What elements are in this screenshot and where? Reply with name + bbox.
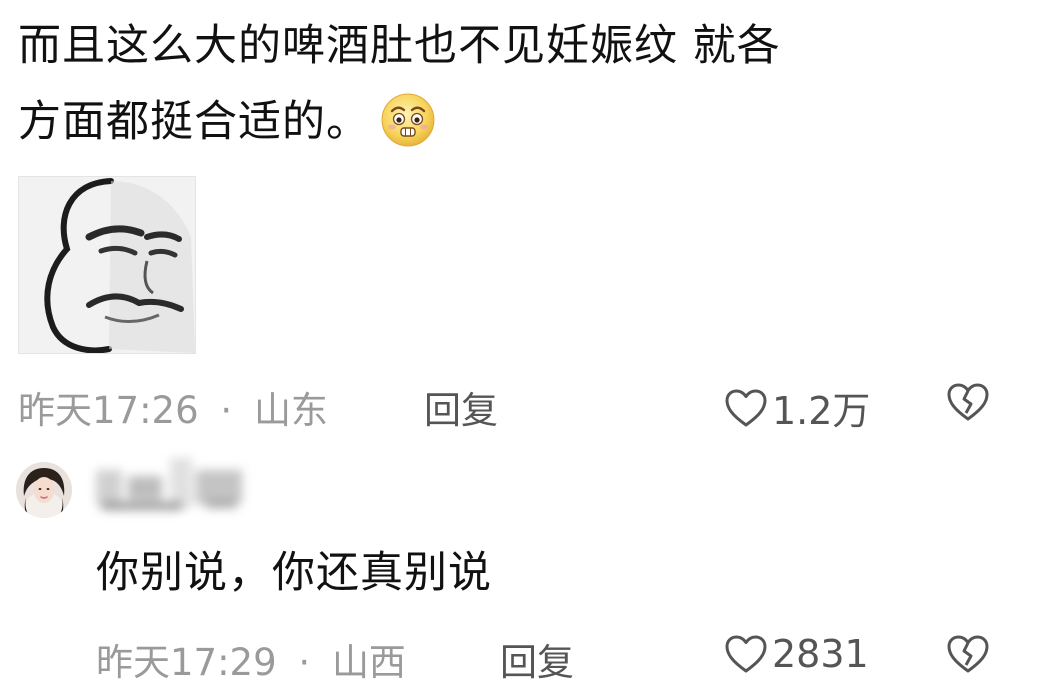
broken-heart-icon[interactable] — [946, 634, 990, 674]
reply-button[interactable]: 回复 — [500, 632, 574, 686]
comment-body: 而且这么大的啤酒肚也不见妊娠纹 就各 方面都挺合适的。 — [18, 8, 978, 160]
comment-line-2: 方面都挺合适的。 — [18, 97, 370, 147]
like-button[interactable]: 2831 — [724, 632, 869, 676]
comment-meta: 昨天17:26 · 山东 — [18, 380, 328, 434]
heart-icon — [725, 389, 767, 426]
comment-thread: 而且这么大的啤酒肚也不见妊娠纹 就各 方面都挺合适的。 昨天17:26 · 山东… — [0, 0, 1046, 696]
pleading-face-icon — [380, 92, 436, 148]
reply-button[interactable]: 回复 — [424, 380, 498, 434]
comment-location: 山东 — [253, 389, 328, 432]
like-count: 1.2万 — [772, 389, 871, 433]
broken-heart-icon[interactable] — [946, 382, 990, 422]
comment-time: 昨天17:26 — [18, 389, 199, 432]
comment-line-2-wrap: 方面都挺合适的。 — [18, 84, 978, 160]
like-count: 2831 — [772, 632, 869, 676]
reply-location: 山西 — [331, 641, 406, 684]
comment-line-1: 而且这么大的啤酒肚也不见妊娠纹 就各 — [18, 21, 781, 71]
username-redacted[interactable] — [96, 456, 246, 514]
meta-separator: · — [298, 641, 311, 684]
meta-separator: · — [220, 389, 233, 432]
heart-icon — [725, 635, 767, 673]
like-button[interactable]: 1.2万 — [724, 380, 870, 435]
reply-time: 昨天17:29 — [96, 641, 277, 684]
reply-body: 你别说，你还真别说 — [96, 548, 492, 598]
meme-face-sticker[interactable] — [18, 176, 196, 354]
user-avatar[interactable] — [16, 462, 72, 518]
reply-meta: 昨天17:29 · 山西 — [96, 632, 406, 686]
